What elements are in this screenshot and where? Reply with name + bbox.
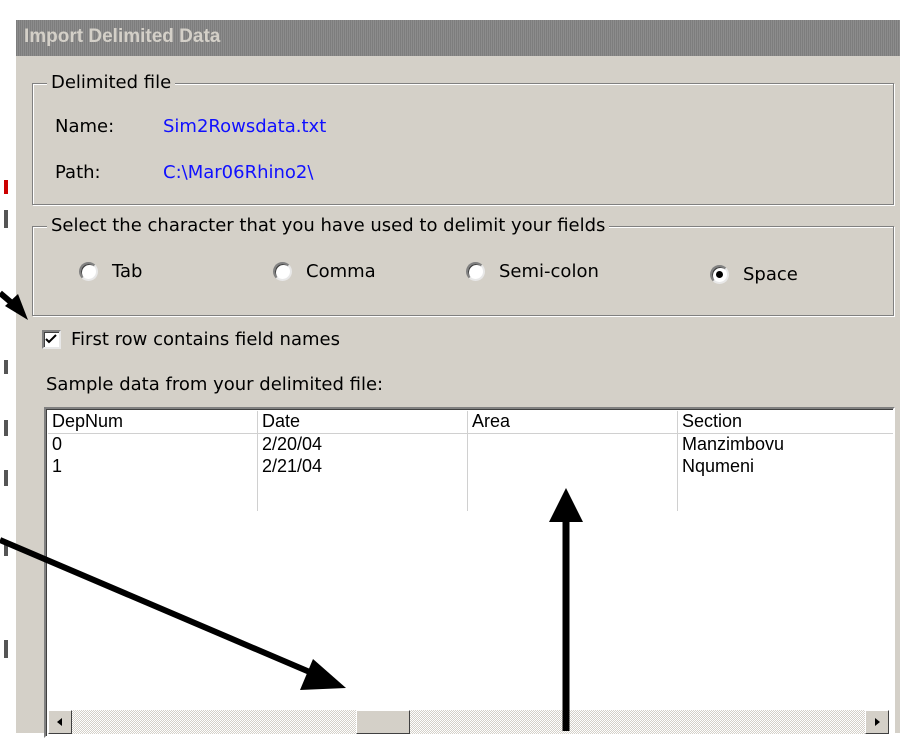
path-label: Path: <box>55 162 101 183</box>
background-mark <box>4 470 8 486</box>
file-path-value: C:\Mar06Rhino2\ <box>163 162 314 183</box>
scroll-thumb[interactable] <box>356 710 410 734</box>
column-divider <box>467 411 468 511</box>
column-header: Area <box>472 411 511 431</box>
delimiter-legend: Select the character that you have used … <box>47 215 610 236</box>
radio-semicolon-circle[interactable] <box>466 261 485 281</box>
grid-cell: Manzimbovu <box>682 434 785 454</box>
radio-comma-circle[interactable] <box>273 261 292 281</box>
name-label: Name: <box>55 116 115 137</box>
background-mark <box>4 360 8 374</box>
radio-semicolon[interactable]: Semi-colon <box>466 259 599 283</box>
background-mark <box>4 180 8 194</box>
delimiter-group: Select the character that you have used … <box>32 215 894 316</box>
sample-data-grid[interactable]: DepNum 0 1 Date 2/20/04 2/21/04 Area Sec… <box>44 407 895 738</box>
radio-space[interactable]: Space <box>710 262 798 286</box>
column-header: DepNum <box>52 411 124 431</box>
radio-tab[interactable]: Tab <box>79 259 142 283</box>
first-row-label: First row contains field names <box>71 329 340 350</box>
first-row-field-names-checkbox[interactable]: First row contains field names <box>42 329 340 350</box>
title-bar[interactable]: Import Delimited Data <box>16 20 900 56</box>
checkmark-icon <box>45 334 57 344</box>
horizontal-scrollbar[interactable] <box>48 710 889 734</box>
sample-data-label: Sample data from your delimited file: <box>46 374 384 395</box>
radio-tab-circle[interactable] <box>79 261 98 281</box>
grid-cell: 2/20/04 <box>262 434 323 454</box>
scroll-left-button[interactable] <box>48 710 72 734</box>
delimited-file-group: Delimited file Name: Sim2Rowsdata.txt Pa… <box>32 72 894 205</box>
radio-semicolon-label: Semi-colon <box>499 260 599 282</box>
column-header: Date <box>262 411 301 431</box>
radio-comma-label: Comma <box>306 260 376 282</box>
import-delimited-dialog: Import Delimited Data Delimited file Nam… <box>14 18 900 738</box>
window-title: Import Delimited Data <box>24 26 221 47</box>
delimited-file-legend: Delimited file <box>47 72 176 93</box>
grid-cell: 1 <box>52 456 63 476</box>
column-header: Section <box>682 411 743 431</box>
background-mark <box>4 210 8 228</box>
file-name-value: Sim2Rowsdata.txt <box>163 116 327 137</box>
arrow-left-icon <box>57 718 62 726</box>
grid-cell: 0 <box>52 434 63 454</box>
radio-space-label: Space <box>743 263 798 285</box>
radio-comma[interactable]: Comma <box>273 259 376 283</box>
scroll-right-button[interactable] <box>865 710 889 734</box>
background-mark <box>4 640 8 658</box>
radio-tab-label: Tab <box>112 260 143 282</box>
column-divider <box>677 411 678 511</box>
radio-space-circle[interactable] <box>710 264 729 284</box>
arrow-right-icon <box>875 718 880 726</box>
checkbox-box[interactable] <box>42 330 61 349</box>
grid-header-row: DepNum 0 1 Date 2/20/04 2/21/04 Area Sec… <box>48 411 893 511</box>
background-mark <box>4 540 8 556</box>
grid-cell: 2/21/04 <box>262 456 323 476</box>
grid-cell: Nqumeni <box>682 456 755 476</box>
background-mark <box>4 420 8 436</box>
column-divider <box>257 411 258 511</box>
